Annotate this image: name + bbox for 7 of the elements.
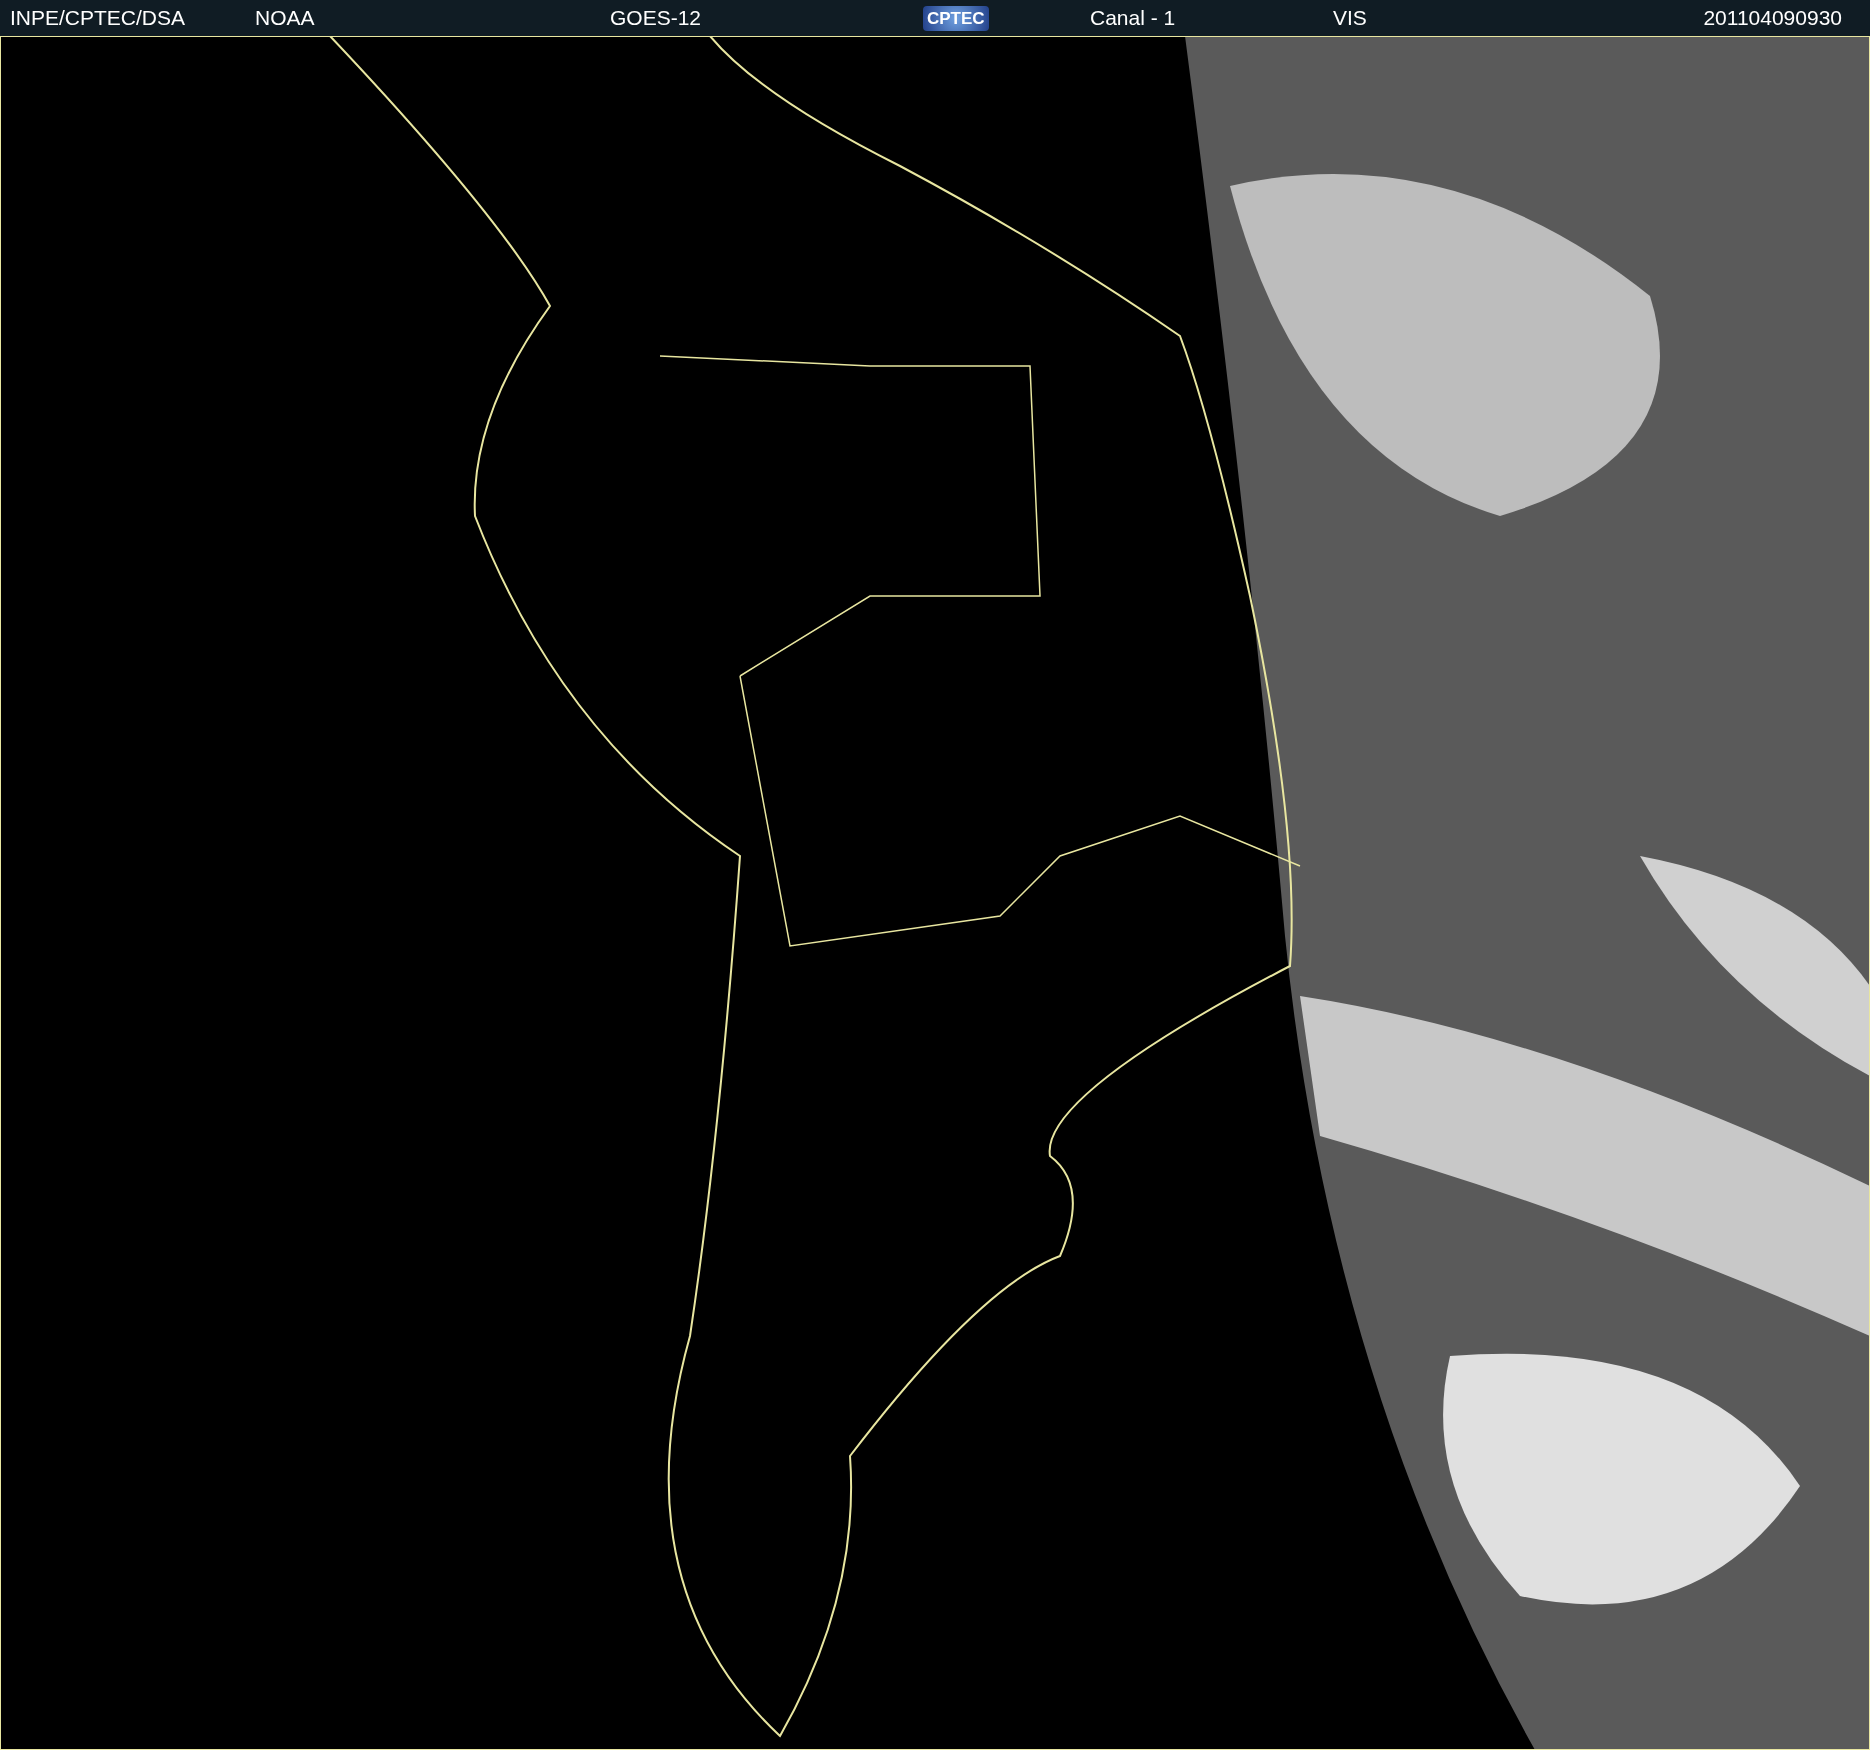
timestamp-label: 201104090930 xyxy=(1703,6,1843,30)
source-label: INPE/CPTEC/DSA xyxy=(10,6,187,30)
band-label: VIS xyxy=(1333,6,1368,30)
channel-label: Canal - 1 xyxy=(1090,6,1177,30)
satellite-label: GOES-12 xyxy=(610,6,703,30)
agency-label: NOAA xyxy=(255,6,316,30)
logo: CPTEC xyxy=(923,5,989,31)
